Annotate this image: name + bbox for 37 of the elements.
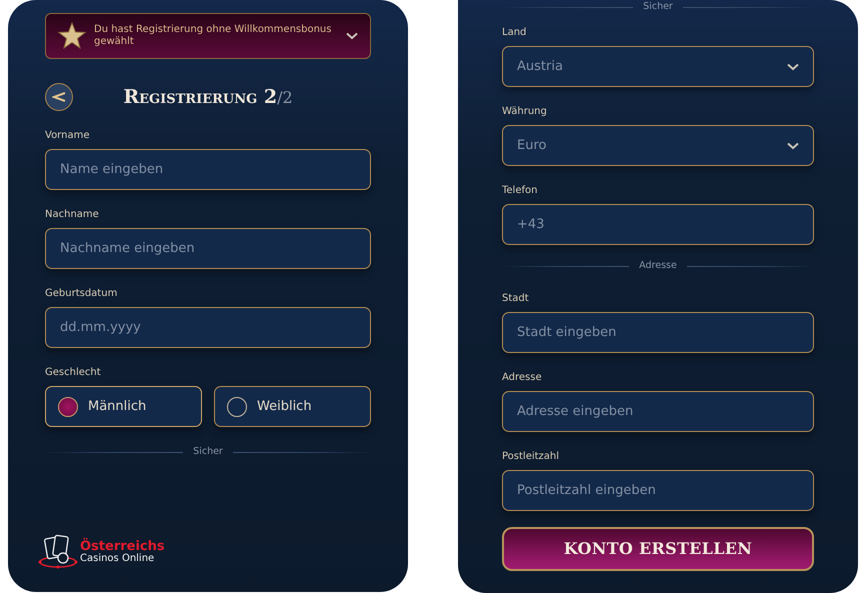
create-account-button[interactable]: KONTO ERSTELLEN: [502, 526, 814, 570]
logo-title: Österreichs: [80, 540, 165, 552]
field-label: Nachname: [45, 208, 100, 221]
back-button[interactable]: [45, 83, 73, 111]
dropdown-field[interactable]: Euro: [502, 125, 814, 166]
text-input-field[interactable]: Nachname eingeben: [45, 228, 371, 269]
bonus-banner[interactable]: Du hast Registrierung ohne Willkommensbonus gewählt: [45, 13, 371, 59]
text-input-field[interactable]: Name eingeben: [45, 149, 371, 190]
field-label: Geburtsdatum: [45, 287, 118, 300]
text-input-field[interactable]: Postleitzahl eingeben: [502, 470, 814, 510]
field-label: Währung: [502, 105, 548, 118]
text-input-field[interactable]: dd.mm.yyyy: [45, 307, 371, 348]
field-label: Stadt: [502, 292, 530, 304]
radio-option[interactable]: Männlich: [45, 386, 202, 427]
chevron-down-icon: [787, 142, 799, 150]
chevron-down-icon: [346, 32, 358, 40]
banner-text: Du hast Registrierung ohne Willkommensbonus gewählt: [94, 24, 332, 48]
section-divider-label: Adresse: [639, 259, 677, 274]
section-divider-label: Sicher: [193, 445, 223, 459]
field-label: Adresse: [502, 370, 543, 384]
field-label: Telefon: [502, 184, 538, 198]
text-input-field[interactable]: Stadt eingeben: [502, 312, 814, 352]
page-title: Registrierung 2/2: [122, 84, 294, 110]
field-label: Geschlecht: [45, 366, 102, 379]
logo-subtitle: Casinos Online: [80, 552, 156, 564]
star-icon: [58, 22, 86, 50]
chevron-left-icon: [52, 92, 66, 102]
field-label: Postleitzahl: [502, 450, 560, 462]
chevron-down-icon: [787, 62, 799, 71]
text-input-field[interactable]: Adresse eingeben: [502, 390, 814, 432]
field-label: Vorname: [45, 129, 90, 142]
casino-logo-drawing: [38, 534, 78, 570]
section-divider-label: Sicher: [643, 0, 673, 14]
radio-option[interactable]: Weiblich: [214, 386, 371, 427]
text-input-field[interactable]: +43: [502, 204, 814, 246]
dropdown-field[interactable]: Austria: [502, 46, 814, 88]
field-label: Land: [502, 26, 528, 40]
